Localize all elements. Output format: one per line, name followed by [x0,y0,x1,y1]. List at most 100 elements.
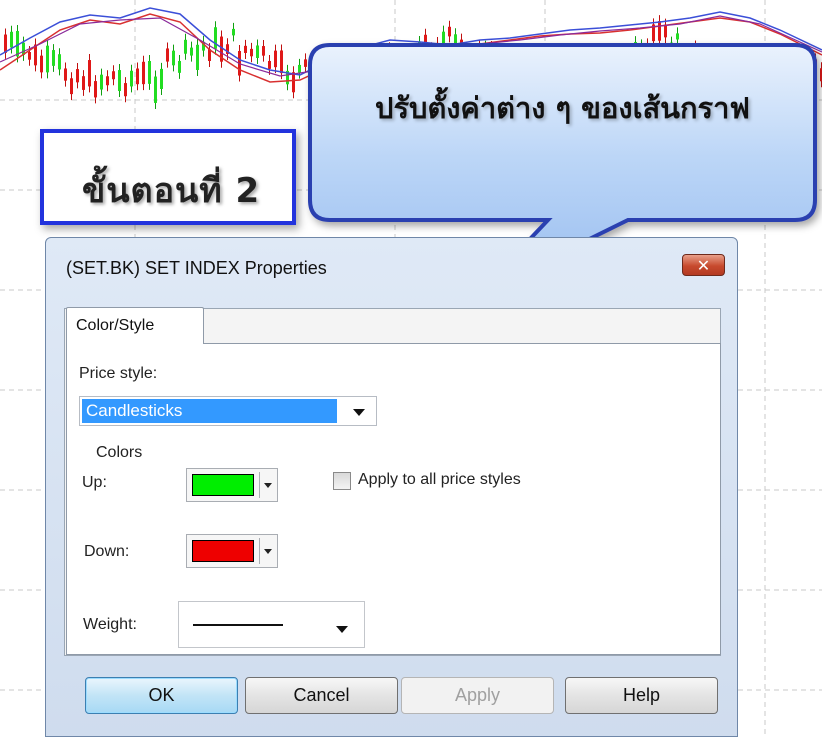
candle-body [778,66,781,86]
candle-body [646,44,649,62]
candle-body [634,42,637,54]
cancel-button[interactable]: Cancel [245,677,398,714]
candle-body [136,68,139,85]
candle-body [214,27,217,49]
candle-body [268,60,271,69]
candle-body [40,55,43,73]
candle-body [160,68,163,89]
candle-body [406,51,409,65]
candle-body [4,34,7,53]
chevron-down-icon [264,549,272,554]
chevron-down-icon [336,626,348,633]
candle-body [532,65,535,80]
candle-body [670,42,673,70]
price-style-selected-value: Candlesticks [82,399,337,423]
candle-body [700,57,703,72]
candle-body [490,47,493,65]
candle-body [622,55,625,74]
picker-divider [259,472,260,498]
candle-body [694,46,697,67]
candle-body [280,50,283,74]
candle-body [322,82,325,101]
candle-body [502,63,505,75]
colors-label: Colors [96,444,143,461]
close-button[interactable]: ✕ [682,254,725,276]
up-color-picker[interactable] [186,468,278,502]
step-label-text: ขั้นตอนที่ 2 [82,171,261,211]
candle-body [262,46,265,56]
candle-body [484,46,487,69]
up-color-swatch [192,474,254,496]
down-color-label: Down: [84,543,130,560]
candle-body [382,60,385,86]
candle-body [112,71,115,80]
candle-body [562,67,565,87]
properties-dialog: (SET.BK) SET INDEX Properties ✕ Color/St… [45,237,738,737]
down-color-swatch [192,540,254,562]
help-button[interactable]: Help [565,677,718,714]
candle-body [418,41,421,53]
candle-body [46,45,49,73]
candle-body [748,60,751,75]
step-label-box: ขั้นตอนที่ 2 [40,129,296,225]
candle-body [100,74,103,90]
moving-average-line-blue [0,7,822,76]
candle-body [688,49,691,77]
moving-average-line-purple [0,15,822,77]
candle-body [706,68,709,88]
candle-body [346,69,349,87]
callout-text: ปรับตั้งค่าต่าง ๆ ของเส้นกราฟ [375,91,750,125]
candle-body [478,46,481,61]
candle-body [814,59,817,66]
candle-body [808,73,811,81]
chevron-down-icon [264,483,272,488]
candle-body [178,60,181,73]
ok-button[interactable]: OK [85,677,238,714]
candle-body [472,60,475,69]
picker-divider [259,538,260,564]
candle-body [250,48,253,57]
price-style-dropdown[interactable]: Candlesticks [79,396,377,426]
candle-body [466,53,469,70]
candle-body [94,81,97,98]
candle-body [154,76,157,103]
candle-body [82,76,85,90]
candle-body [412,59,415,77]
apply-button[interactable]: Apply [401,677,554,714]
candle-body [10,31,13,48]
candle-body [298,64,301,73]
candle-body [772,71,775,84]
weight-dropdown[interactable] [178,601,365,648]
candle-body [682,57,685,83]
close-icon: ✕ [696,255,711,275]
candle-body [676,33,679,40]
candle-body [190,47,193,56]
candle-body [118,70,121,92]
down-color-picker[interactable] [186,534,278,568]
candle-body [256,45,259,58]
candle-body [712,64,715,86]
candle-body [196,44,199,70]
candle-body [184,39,187,54]
candle-body [28,52,31,60]
up-color-label: Up: [82,474,107,491]
tab-color-style[interactable]: Color/Style [66,307,204,344]
chevron-down-icon [353,409,365,416]
candle-body [364,66,367,75]
candle-body [76,69,79,83]
apply-all-checkbox[interactable] [333,472,351,490]
candle-body [70,78,73,95]
candle-body [130,70,133,87]
candle-body [370,67,373,88]
candle-body [802,74,805,83]
weight-label: Weight: [83,616,137,633]
candle-body [520,58,523,70]
candle-body [580,71,583,87]
candle-body [106,76,109,86]
candle-body [64,68,67,81]
candle-body [568,61,571,77]
candle-body [304,59,307,67]
candle-body [718,55,721,65]
candle-body [604,70,607,85]
candle-body [796,76,799,98]
